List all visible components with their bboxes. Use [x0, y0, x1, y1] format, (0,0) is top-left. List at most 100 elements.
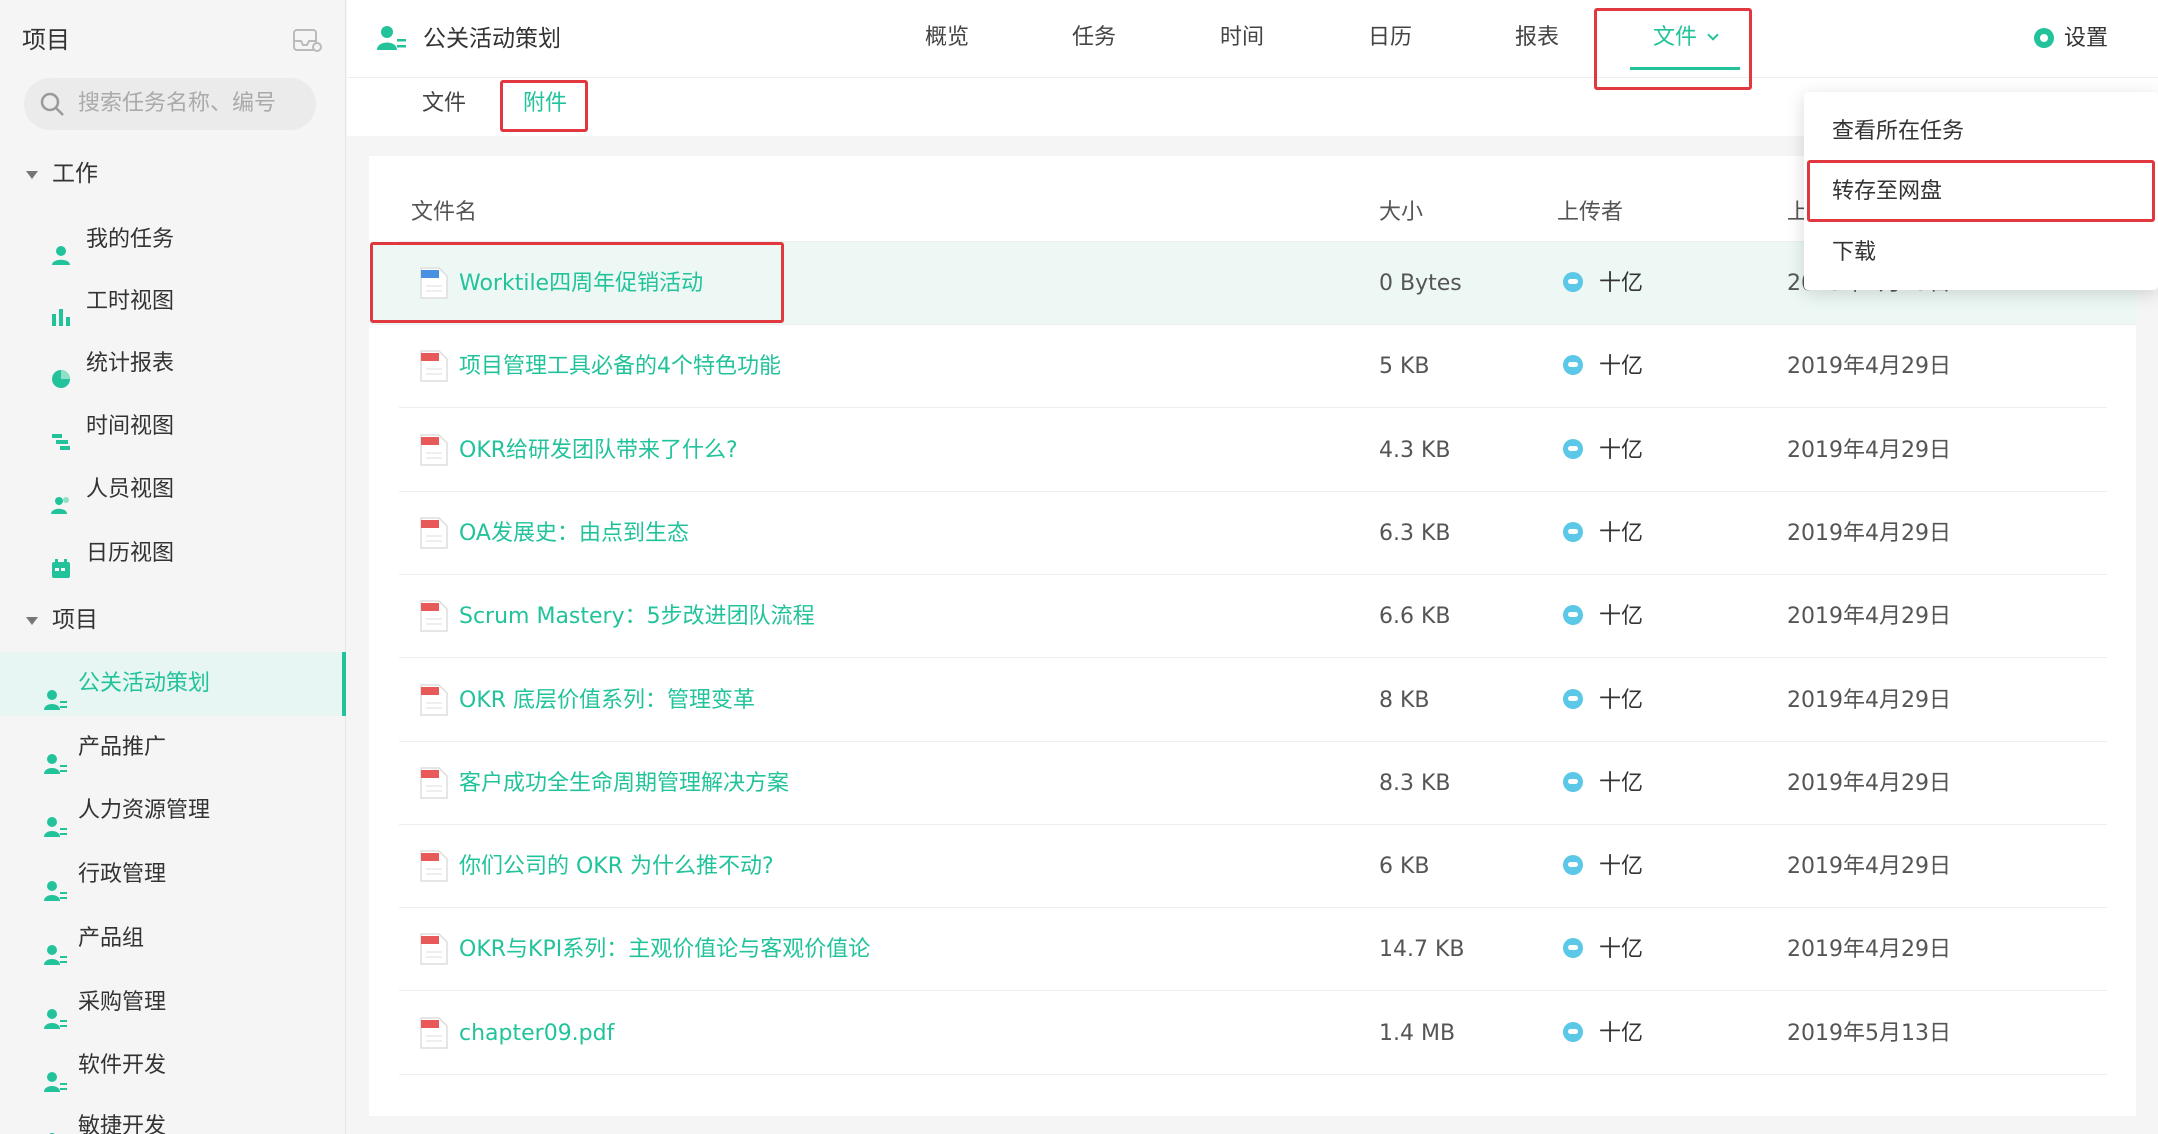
column-header-uploader[interactable]: 上传者: [1557, 184, 1623, 242]
subtab-attachments[interactable]: 附件: [523, 78, 567, 130]
uploader-name: 十亿: [1599, 854, 1644, 879]
sidebar-item-people[interactable]: 人员视图: [0, 459, 346, 521]
settings-label: 设置: [2063, 26, 2108, 51]
tab-tasks[interactable]: 任务: [1059, 0, 1129, 76]
project-title: 公关活动策划: [423, 26, 561, 52]
uploader: 十亿: [1563, 242, 1643, 325]
upload-date: 2019年5月13日: [1787, 1021, 1951, 1046]
uploader: 十亿: [1563, 409, 1644, 492]
table-row[interactable]: OA发展史：由点到生态 6.3 KB 十亿 2019年4月29日: [399, 492, 2107, 575]
file-size: 6.3 KB: [1379, 521, 1451, 546]
avatar: [1563, 689, 1583, 709]
sidebar-item-my-tasks[interactable]: 我的任务: [0, 209, 346, 271]
sidebar-project-label: 采购管理: [78, 990, 167, 1015]
upload-date: 2019年4月29日: [1787, 438, 1951, 463]
tab-time[interactable]: 时间: [1207, 0, 1277, 76]
table-row[interactable]: OKR与KPI系列：主观价值论与客观价值论 14.7 KB 十亿 2019年4月29日: [399, 908, 2107, 991]
file-name-link[interactable]: OA发展史：由点到生态: [459, 492, 689, 575]
pdf-file-icon: [419, 1016, 449, 1050]
sidebar-item-reports[interactable]: 统计报表: [0, 333, 346, 395]
table-row[interactable]: 项目管理工具必备的4个特色功能 5 KB 十亿 2019年4月29日: [399, 325, 2107, 408]
upload-date: 2019年4月29日: [1787, 604, 1951, 629]
subtab-files[interactable]: 文件: [422, 78, 466, 130]
sidebar-project-promotion[interactable]: 产品推广: [0, 716, 346, 780]
section-work-label: 工作: [52, 161, 98, 187]
document-file-icon: [419, 266, 449, 300]
file-name-link[interactable]: Scrum Mastery：5步改进团队流程: [459, 575, 815, 658]
uploader: 十亿: [1563, 992, 1644, 1075]
file-name-link[interactable]: OKR与KPI系列：主观价值论与客观价值论: [459, 908, 870, 991]
file-name-link[interactable]: chapter09.pdf: [459, 992, 614, 1075]
uploader: 十亿: [1563, 825, 1644, 908]
avatar: [1563, 1022, 1583, 1042]
file-icon: [419, 599, 449, 633]
menu-item-save-to-drive[interactable]: 转存至网盘: [1804, 162, 2158, 222]
uploader-name: 十亿: [1599, 438, 1644, 463]
file-name-link[interactable]: Worktile四周年促销活动: [459, 242, 703, 325]
section-work[interactable]: 工作: [26, 154, 98, 194]
menu-item-view-task[interactable]: 查看所在任务: [1804, 102, 2158, 162]
menu-item-download[interactable]: 下载: [1804, 223, 2158, 283]
collapse-triangle-icon: [26, 170, 38, 179]
upload-date: 2019年4月29日: [1787, 521, 1951, 546]
table-row[interactable]: OKR 底层价值系列：管理变革 8 KB 十亿 2019年4月29日: [399, 659, 2107, 742]
tab-calendar[interactable]: 日历: [1355, 0, 1425, 76]
sidebar-item-calendar[interactable]: 日历视图: [0, 523, 346, 585]
table-row[interactable]: OKR给研发团队带来了什么? 4.3 KB 十亿 2019年4月29日: [399, 409, 2107, 492]
file-icon: [419, 516, 449, 550]
table-row[interactable]: Scrum Mastery：5步改进团队流程 6.6 KB 十亿 2019年4月29日: [399, 575, 2107, 658]
avatar: [1563, 272, 1583, 292]
file-name-link[interactable]: 项目管理工具必备的4个特色功能: [459, 325, 781, 408]
sidebar: 项目 搜索任务名称、编号 工作 我的任务 工时视图 统计报表 时间视图 人员视图…: [0, 0, 346, 1134]
sidebar-project-label: 软件开发: [78, 1053, 167, 1078]
sidebar-project-admin[interactable]: 行政管理: [0, 843, 346, 907]
sidebar-item-label: 我的任务: [86, 227, 175, 252]
file-size: 4.3 KB: [1379, 438, 1451, 463]
file-name-link[interactable]: 客户成功全生命周期管理解决方案: [459, 742, 789, 825]
sidebar-project-software[interactable]: 软件开发: [0, 1034, 346, 1098]
upload-date: 2019年4月29日: [1787, 771, 1951, 796]
table-row[interactable]: 客户成功全生命周期管理解决方案 8.3 KB 十亿 2019年4月29日: [399, 742, 2107, 825]
sidebar-item-label: 日历视图: [86, 541, 175, 566]
tab-overview[interactable]: 概览: [912, 0, 982, 76]
sidebar-item-worktime[interactable]: 工时视图: [0, 271, 346, 333]
sidebar-project-pr-planning[interactable]: 公关活动策划: [0, 652, 346, 716]
file-name-link[interactable]: OKR给研发团队带来了什么?: [459, 409, 738, 492]
upload-date: 2019年4月29日: [1787, 937, 1951, 962]
column-header-name[interactable]: 文件名: [411, 184, 477, 242]
file-icon: [419, 932, 449, 966]
sidebar-project-product-group[interactable]: 产品组: [0, 907, 346, 971]
uploader-name: 十亿: [1599, 604, 1644, 629]
sidebar-project-agile[interactable]: 敏捷开发: [0, 1095, 346, 1134]
search-placeholder: 搜索任务名称、编号: [78, 91, 277, 116]
file-icon: [419, 849, 449, 883]
sidebar-project-label: 公关活动策划: [78, 671, 211, 696]
file-icon: [419, 683, 449, 717]
sidebar-project-hr[interactable]: 人力资源管理: [0, 779, 346, 843]
uploader: 十亿: [1563, 742, 1643, 825]
pie-chart-icon: [50, 353, 72, 388]
table-row[interactable]: 你们公司的 OKR 为什么推不动? 6 KB 十亿 2019年4月29日: [399, 825, 2107, 908]
file-name-link[interactable]: OKR 底层价值系列：管理变革: [459, 659, 755, 742]
file-size: 14.7 KB: [1379, 937, 1465, 962]
table-row[interactable]: chapter09.pdf 1.4 MB 十亿 2019年5月13日: [399, 992, 2107, 1075]
file-name-link[interactable]: 你们公司的 OKR 为什么推不动?: [459, 825, 774, 908]
section-projects[interactable]: 项目: [26, 600, 98, 640]
sidebar-item-label: 工时视图: [86, 289, 175, 314]
sidebar-project-procurement[interactable]: 采购管理: [0, 971, 346, 1035]
uploader: 十亿: [1563, 492, 1643, 575]
file-size: 5 KB: [1379, 354, 1430, 379]
tab-files-label: 文件: [1652, 25, 1697, 50]
project-icon: [44, 864, 68, 901]
tab-files[interactable]: 文件: [1630, 0, 1740, 76]
settings-button[interactable]: 设置: [2033, 0, 2108, 78]
sidebar-item-timeline[interactable]: 时间视图: [0, 396, 346, 458]
uploader-name: 十亿: [1599, 937, 1644, 962]
uploader-name: 十亿: [1599, 1021, 1644, 1046]
inbox-icon[interactable]: [292, 26, 322, 54]
sidebar-item-label: 统计报表: [86, 351, 175, 376]
column-header-size[interactable]: 大小: [1379, 184, 1423, 242]
search-input[interactable]: 搜索任务名称、编号: [24, 78, 316, 130]
tab-reports[interactable]: 报表: [1502, 0, 1572, 76]
file-size: 8 KB: [1379, 688, 1430, 713]
